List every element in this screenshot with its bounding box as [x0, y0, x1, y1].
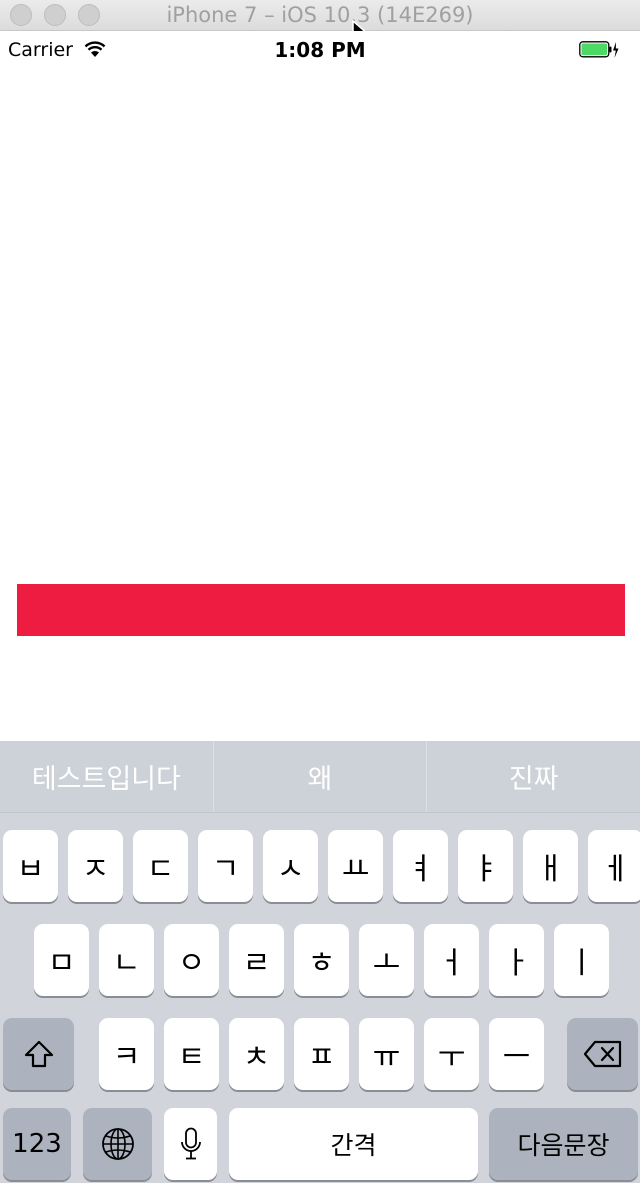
delete-icon — [583, 1040, 621, 1068]
key[interactable]: ㄴ — [99, 924, 154, 996]
key[interactable]: ㅡ — [489, 1018, 544, 1090]
shift-icon — [24, 1040, 53, 1068]
dictation-button[interactable] — [164, 1108, 217, 1180]
globe-icon — [101, 1128, 134, 1160]
return-key[interactable]: 다음문장 — [489, 1108, 638, 1180]
delete-button[interactable] — [567, 1018, 638, 1090]
key[interactable]: ㅕ — [393, 830, 448, 902]
key[interactable]: ㄷ — [133, 830, 188, 902]
predictive-text-bar: 테스트입니다 왜 진짜 — [0, 741, 640, 813]
key[interactable]: ㅎ — [294, 924, 349, 996]
key[interactable]: ㅠ — [359, 1018, 414, 1090]
status-bar: Carrier 1:08 PM — [0, 31, 640, 69]
key[interactable]: ㅑ — [458, 830, 513, 902]
simulator-title-bar: iPhone 7 – iOS 10.3 (14E269) — [0, 0, 640, 31]
prediction-item[interactable]: 테스트입니다 — [0, 741, 214, 812]
key[interactable]: ㅣ — [554, 924, 609, 996]
key[interactable]: ㄱ — [198, 830, 253, 902]
key[interactable]: ㅅ — [263, 830, 318, 902]
key[interactable]: ㄹ — [229, 924, 284, 996]
key[interactable]: ㅊ — [229, 1018, 284, 1090]
window-title: iPhone 7 – iOS 10.3 (14E269) — [166, 3, 474, 27]
globe-button[interactable] — [83, 1108, 152, 1180]
key[interactable]: ㅓ — [424, 924, 479, 996]
shift-button[interactable] — [3, 1018, 74, 1090]
battery-charging-icon — [579, 41, 619, 58]
key[interactable]: ㅐ — [523, 830, 578, 902]
key[interactable]: ㅏ — [489, 924, 544, 996]
red-banner-view — [17, 584, 625, 636]
key[interactable]: ㅍ — [294, 1018, 349, 1090]
prediction-item[interactable]: 왜 — [214, 741, 428, 812]
key[interactable]: ㅛ — [328, 830, 383, 902]
key[interactable]: ㅔ — [588, 830, 640, 902]
prediction-item[interactable]: 진짜 — [427, 741, 640, 812]
key[interactable]: ㅁ — [34, 924, 89, 996]
status-time: 1:08 PM — [274, 38, 366, 62]
korean-keyboard: ㅂ ㅈ ㄷ ㄱ ㅅ ㅛ ㅕ ㅑ ㅐ ㅔ ㅁ ㄴ ㅇ ㄹ ㅎ ㅗ ㅓ ㅏ ㅣ ㅋ … — [0, 813, 640, 1183]
microphone-icon — [180, 1127, 201, 1160]
key[interactable]: ㅌ — [164, 1018, 219, 1090]
key[interactable]: ㅈ — [68, 830, 123, 902]
key[interactable]: ㅗ — [359, 924, 414, 996]
key[interactable]: ㅜ — [424, 1018, 479, 1090]
space-bar[interactable]: 간격 — [229, 1108, 478, 1180]
key[interactable]: ㅋ — [99, 1018, 154, 1090]
numbers-key[interactable]: 123 — [3, 1108, 71, 1180]
key[interactable]: ㅇ — [164, 924, 219, 996]
key[interactable]: ㅂ — [3, 830, 58, 902]
